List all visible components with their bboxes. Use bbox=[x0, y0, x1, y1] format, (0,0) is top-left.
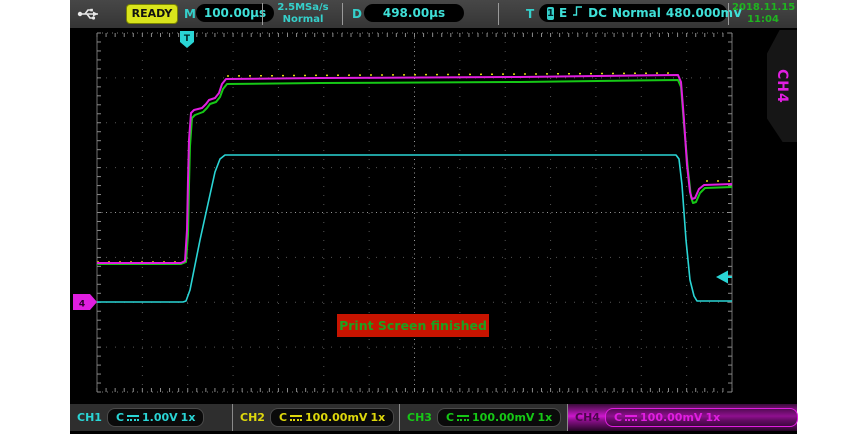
print-screen-message: Print Screen finished bbox=[337, 314, 489, 337]
channel-status-bar: CH1 C 1.00V 1x CH2 C 100.00mV 1x CH3 bbox=[70, 404, 797, 431]
ch1-coupling: C bbox=[116, 411, 124, 424]
waveform-display: T 4 bbox=[70, 0, 797, 434]
rising-edge-icon bbox=[572, 4, 583, 22]
dc-coupling-icon bbox=[290, 414, 302, 422]
graticule-grid bbox=[97, 33, 732, 392]
timebase-label: M bbox=[184, 7, 196, 21]
ch4-probe: 1x bbox=[705, 411, 720, 424]
trigger-label: T bbox=[526, 7, 534, 21]
tab-ch4-menu[interactable]: CH4 bbox=[767, 30, 797, 142]
sample-rate: 2.5MSa/s bbox=[268, 2, 338, 14]
delay-label: D bbox=[352, 7, 362, 21]
ch4-offset-marker[interactable]: 4 bbox=[73, 294, 97, 310]
ch2-scale: 100.00mV bbox=[305, 411, 367, 424]
acquire-mode: Normal bbox=[268, 14, 338, 26]
date-text: 2018.11.15 bbox=[732, 2, 794, 14]
delay-value-box[interactable]: 498.00µs bbox=[364, 4, 464, 22]
ch4-label: CH4 bbox=[575, 411, 600, 424]
ch3-probe: 1x bbox=[537, 411, 552, 424]
status-badge: READY bbox=[126, 4, 178, 24]
ch3-coupling: C bbox=[446, 411, 454, 424]
divider bbox=[342, 3, 343, 25]
divider bbox=[262, 3, 263, 25]
ch3-scale: 100.00mV bbox=[472, 411, 534, 424]
divider bbox=[498, 3, 499, 25]
dc-coupling-icon bbox=[625, 414, 637, 422]
dc-coupling-icon bbox=[127, 414, 139, 422]
channel-ch3-status[interactable]: CH3 C 100.00mV 1x bbox=[400, 404, 568, 431]
ch4-scale-box[interactable]: C 100.00mV 1x bbox=[605, 408, 798, 427]
top-status-bar: READY M 100.00µs 2.5MSa/s Normal D 498.0… bbox=[70, 0, 797, 28]
trigger-type: E bbox=[559, 4, 567, 22]
dc-coupling-icon bbox=[457, 414, 469, 422]
ch4-scale: 100.00mV bbox=[640, 411, 702, 424]
ch3-label: CH3 bbox=[407, 411, 432, 424]
datetime-block: 2018.11.15 11:04 bbox=[732, 2, 794, 26]
trigger-info-box[interactable]: 1 E DC Normal 480.000mV bbox=[539, 4, 727, 22]
divider bbox=[728, 3, 729, 25]
trigger-coupling: DC bbox=[588, 4, 607, 22]
usb-icon bbox=[77, 6, 101, 25]
trigger-mode: Normal bbox=[612, 4, 661, 22]
sample-rate-block: 2.5MSa/s Normal bbox=[268, 2, 338, 26]
channel-ch1-status[interactable]: CH1 C 1.00V 1x bbox=[70, 404, 233, 431]
svg-text:4: 4 bbox=[79, 300, 85, 310]
ch2-scale-box[interactable]: C 100.00mV 1x bbox=[270, 408, 394, 427]
trigger-position-marker[interactable]: T bbox=[180, 31, 194, 48]
time-text: 11:04 bbox=[732, 14, 794, 26]
screenshot-root: READY M 100.00µs 2.5MSa/s Normal D 498.0… bbox=[0, 0, 865, 434]
ch1-scale-box[interactable]: C 1.00V 1x bbox=[107, 408, 204, 427]
trigger-level-arrow[interactable] bbox=[716, 271, 732, 284]
ch1-label: CH1 bbox=[77, 411, 102, 424]
tab-ch4-label: CH4 bbox=[774, 69, 790, 104]
svg-text:T: T bbox=[184, 34, 191, 44]
oscilloscope-screen: READY M 100.00µs 2.5MSa/s Normal D 498.0… bbox=[70, 0, 797, 434]
ch4-coupling: C bbox=[614, 411, 622, 424]
trigger-source-badge: 1 bbox=[547, 7, 554, 20]
ch2-coupling: C bbox=[279, 411, 287, 424]
ch1-scale: 1.00V bbox=[142, 411, 178, 424]
channel-ch2-status[interactable]: CH2 C 100.00mV 1x bbox=[233, 404, 400, 431]
ch2-probe: 1x bbox=[370, 411, 385, 424]
ch2-label: CH2 bbox=[240, 411, 265, 424]
trigger-level: 480.000mV bbox=[666, 4, 742, 22]
channel-ch4-status-selected[interactable]: CH4 C 100.00mV 1x bbox=[568, 404, 797, 431]
ch3-scale-box[interactable]: C 100.00mV 1x bbox=[437, 408, 561, 427]
ch1-probe: 1x bbox=[181, 411, 196, 424]
